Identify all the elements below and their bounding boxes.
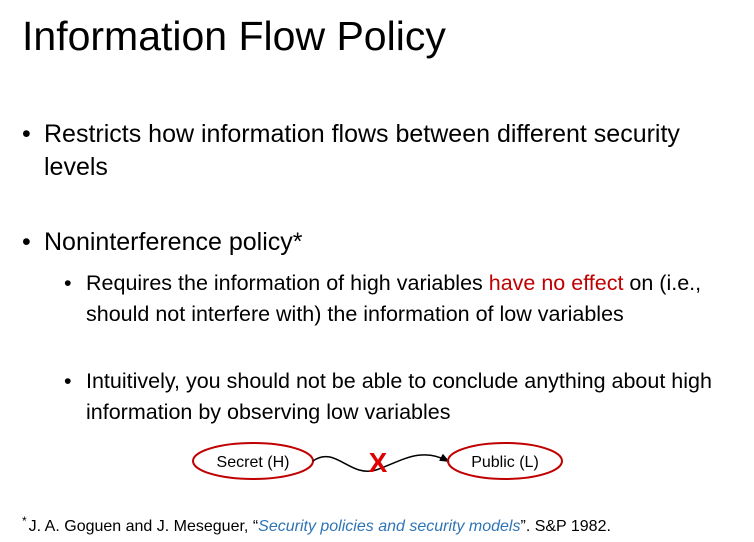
highlighted-phrase: have no effect [488, 271, 624, 295]
public-node-label: Public (L) [471, 454, 539, 471]
bullet-noninterference: • Noninterference policy* [22, 226, 742, 259]
bullet-restricts: • Restricts how information flows betwee… [22, 118, 742, 184]
sub-bullet-text: Requires the information of high variabl… [86, 268, 754, 330]
bullet-text: Noninterference policy* [44, 228, 303, 256]
blocked-x-mark: X [369, 447, 388, 478]
sub-bullet-marker: • [64, 369, 72, 393]
bullet-marker: • [22, 120, 31, 148]
paper-title-link[interactable]: Security policies and security models [258, 518, 520, 535]
citation-footnote: * J. A. Goguen and J. Meseguer, “Security… [22, 510, 611, 538]
secret-node-ellipse [192, 442, 314, 480]
sub-bullet-marker: • [64, 271, 72, 295]
footnote-marker: * [22, 514, 27, 528]
footnote-venue: ”. S&P 1982. [520, 518, 611, 535]
secret-node-label: Secret (H) [217, 454, 290, 471]
sub-bullet-intuitively: • Intuitively, you should not be able to… [64, 366, 754, 428]
footnote-authors: J. A. Goguen and J. Meseguer, “ [28, 518, 259, 535]
public-node-ellipse [447, 442, 563, 480]
slide-title: Information Flow Policy [22, 13, 446, 59]
bullet-text: Restricts how information flows between … [44, 120, 680, 181]
sub-bullet-text-before: Requires the information of high variabl… [86, 271, 489, 295]
sub-bullet-text: Intuitively, you should not be able to c… [86, 369, 712, 424]
flow-arrow [312, 453, 450, 473]
sub-bullet-requires: • Requires the information of high varia… [64, 268, 754, 330]
bullet-marker: • [22, 228, 31, 256]
